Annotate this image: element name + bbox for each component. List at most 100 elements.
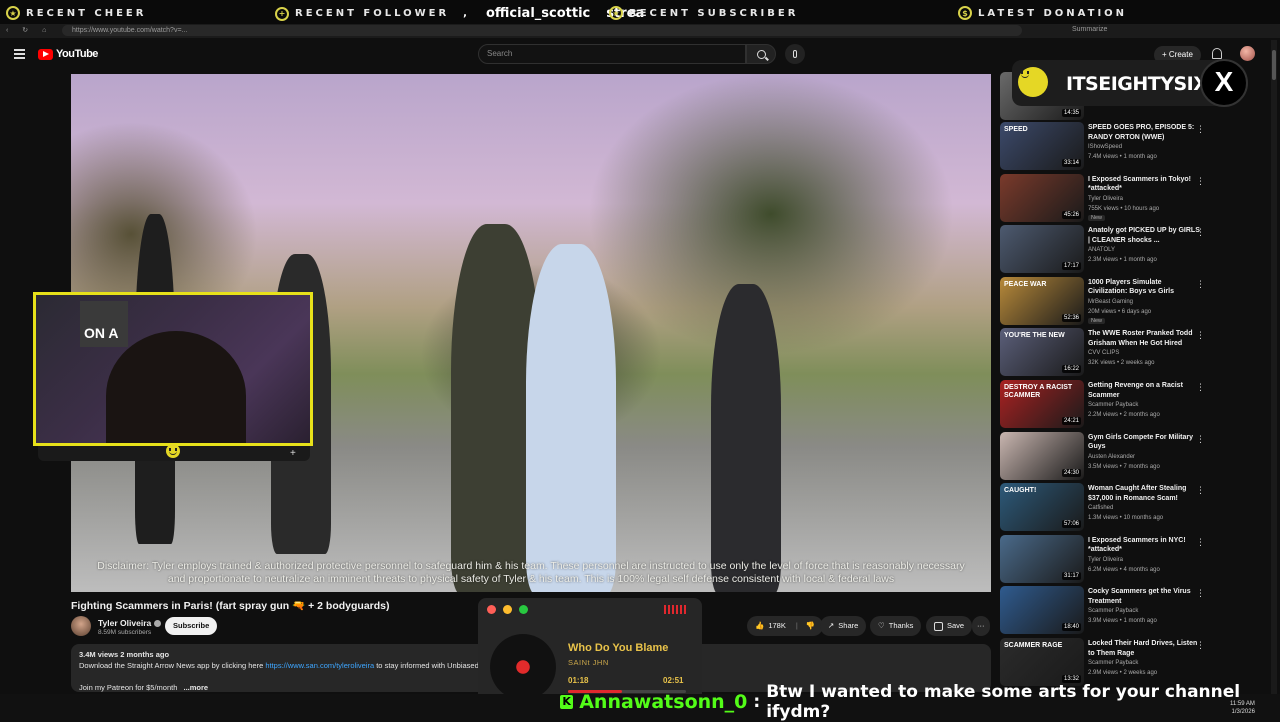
- more-options-icon[interactable]: ⋮: [1196, 485, 1205, 496]
- chat-ticker: K Annawatsonn_0 : Btw I wanted to make s…: [560, 682, 1280, 722]
- search-icon: [756, 49, 766, 59]
- video-thumbnail[interactable]: DESTROY A RACIST SCAMMER 24:21: [1000, 380, 1084, 428]
- recommendation-channel[interactable]: ANATOLY: [1088, 247, 1115, 253]
- page-scrollbar[interactable]: [1271, 40, 1277, 694]
- new-badge: New: [1088, 317, 1106, 324]
- channel-avatar[interactable]: [71, 616, 91, 636]
- recommendation-title[interactable]: Woman Caught After Stealing $37,000 in R…: [1088, 484, 1200, 503]
- recommendation-title[interactable]: Anatoly got PICKED UP by GIRLS | CLEANER…: [1088, 226, 1200, 245]
- search-input[interactable]: Search: [478, 44, 746, 64]
- dollar-icon: $: [958, 6, 972, 20]
- bookmark-icon: [934, 621, 943, 631]
- more-options-icon[interactable]: ⋮: [1196, 227, 1205, 238]
- summarize-button[interactable]: Summarize: [1072, 26, 1107, 33]
- recommendation-channel[interactable]: MrBeast Gaming: [1088, 299, 1133, 305]
- recommendation-channel[interactable]: Tyler Oliveira: [1088, 557, 1123, 563]
- more-options-icon[interactable]: ⋮: [1196, 330, 1205, 341]
- share-button[interactable]: ↗ Share: [820, 616, 867, 636]
- more-options-icon[interactable]: ⋮: [1196, 537, 1205, 548]
- youtube-logo[interactable]: YouTube: [38, 48, 98, 60]
- account-avatar[interactable]: [1240, 46, 1255, 61]
- recommendation-title[interactable]: 1000 Players Simulate Civilization: Boys…: [1088, 278, 1200, 297]
- recommendation-title[interactable]: Locked Their Hard Drives, Listen to Them…: [1088, 639, 1200, 658]
- video-thumbnail[interactable]: 18:40: [1000, 586, 1084, 635]
- channel-name[interactable]: Tyler Oliveira: [98, 618, 162, 628]
- recommendation-title[interactable]: SPEED GOES PRO, EPISODE 5: RANDY ORTON (…: [1088, 123, 1200, 142]
- video-duration: 31:17: [1061, 571, 1081, 580]
- recommendation-channel[interactable]: Catfished: [1088, 505, 1113, 511]
- more-options-icon[interactable]: ⋮: [1196, 588, 1205, 599]
- recommendation-item[interactable]: 17:17 Anatoly got PICKED UP by GIRLS | CL…: [1000, 225, 1270, 275]
- video-thumbnail[interactable]: 17:17: [1000, 225, 1084, 274]
- video-duration: 17:17: [1061, 262, 1081, 271]
- show-more-link[interactable]: ...more: [183, 683, 208, 692]
- video-thumbnail[interactable]: 45:26: [1000, 173, 1084, 222]
- video-thumbnail[interactable]: SPEED 33:14: [1000, 122, 1084, 170]
- thumbnail-text: PEACE WAR: [1004, 280, 1047, 288]
- description-link[interactable]: https://www.san.com/tyleroliveira: [265, 661, 374, 670]
- video-disclaimer-caption: Disclaimer: Tyler employs trained & auth…: [97, 560, 965, 585]
- smiley-logo-icon: [1018, 67, 1048, 97]
- voice-search-button[interactable]: [785, 44, 805, 64]
- recommendation-channel[interactable]: Austen Alexander: [1088, 454, 1135, 460]
- like-button[interactable]: 👍 178K | 👎: [747, 616, 824, 636]
- search-button[interactable]: [746, 44, 776, 64]
- recommendation-title[interactable]: I Exposed Scammers in Tokyo! *attacked*: [1088, 175, 1200, 194]
- equalizer-icon: [664, 605, 686, 614]
- recommendation-title[interactable]: Getting Revenge on a Racist Scammer: [1088, 381, 1200, 400]
- recommendation-channel[interactable]: Scammer Payback: [1088, 608, 1138, 614]
- video-thumbnail[interactable]: 31:17: [1000, 534, 1084, 583]
- thumbnail-text: DESTROY A RACIST SCAMMER: [1004, 384, 1073, 399]
- more-actions-button[interactable]: ···: [972, 616, 990, 636]
- recommendation-item[interactable]: 24:30 Gym Girls Compete For Military Guys…: [1000, 431, 1270, 482]
- recommendation-item[interactable]: SPEED 33:14 SPEED GOES PRO, EPISODE 5: RAN…: [1000, 122, 1270, 172]
- x-logo-icon: X: [1200, 59, 1248, 107]
- recommendation-meta: 1.3M views • 10 months ago: [1088, 515, 1164, 522]
- recommendation-item[interactable]: 31:17 I Exposed Scammers in NYC! *attacke…: [1000, 534, 1270, 585]
- recommendation-channel[interactable]: Scammer Payback: [1088, 660, 1138, 666]
- browser-nav-icons[interactable]: ‹ ↻ ⌂: [6, 26, 52, 34]
- recommendation-meta: 755K views • 10 hours ago: [1088, 205, 1160, 212]
- recommendation-item[interactable]: DESTROY A RACIST SCAMMER 24:21 Getting Rev…: [1000, 380, 1270, 430]
- chat-message: Btw I wanted to make some arts for your …: [766, 682, 1241, 722]
- recommendation-item[interactable]: 45:26 I Exposed Scammers in Tokyo! *attac…: [1000, 173, 1270, 224]
- recommendation-item[interactable]: PEACE WAR 52:36 1000 Players Simulate Civi…: [1000, 276, 1270, 327]
- address-bar[interactable]: https://www.youtube.com/watch?v=...: [62, 25, 1022, 36]
- more-options-icon[interactable]: ⋮: [1196, 382, 1205, 393]
- recommendation-title[interactable]: Gym Girls Compete For Military Guys: [1088, 433, 1200, 452]
- recommendation-title[interactable]: Cocky Scammers get the Virus Treatment: [1088, 587, 1200, 606]
- subscribe-button[interactable]: Subscribe: [165, 617, 218, 635]
- recommendation-meta: 2.2M views • 2 months ago: [1088, 412, 1160, 418]
- recommendation-title[interactable]: I Exposed Scammers in NYC! *attacked*: [1088, 536, 1200, 555]
- current-time: 01:18: [568, 676, 589, 685]
- hamburger-menu-icon[interactable]: [14, 49, 25, 59]
- video-duration: 52:36: [1061, 313, 1081, 322]
- thanks-button[interactable]: ♡ Thanks: [870, 616, 922, 636]
- follower-name: official_scottic: [485, 6, 591, 21]
- scrollbar-thumb[interactable]: [1272, 50, 1276, 80]
- more-options-icon[interactable]: ⋮: [1196, 124, 1205, 135]
- recommendation-item[interactable]: CAUGHT! 57:06 Woman Caught After Stealing …: [1000, 483, 1270, 533]
- video-thumbnail[interactable]: PEACE WAR 52:36: [1000, 276, 1084, 325]
- recommendation-item[interactable]: 18:40 Cocky Scammers get the Virus Treatm…: [1000, 586, 1270, 636]
- video-thumbnail[interactable]: SCAMMER RAGE 13:32: [1000, 638, 1084, 686]
- recommendation-title[interactable]: The WWE Roster Pranked Todd Grisham When…: [1088, 329, 1200, 348]
- more-options-icon[interactable]: ⋮: [1196, 279, 1205, 290]
- recommendation-channel[interactable]: CVV CLIPS: [1088, 350, 1119, 356]
- thumbs-down-icon[interactable]: 👎: [806, 616, 815, 636]
- notifications-bell-icon[interactable]: [1212, 48, 1222, 59]
- more-options-icon[interactable]: ⋮: [1196, 176, 1205, 187]
- video-thumbnail[interactable]: 24:30: [1000, 431, 1084, 480]
- recommendation-channel[interactable]: Tyler Oliveira: [1088, 196, 1123, 202]
- video-thumbnail[interactable]: YOU'RE THE NEW 16:22: [1000, 328, 1084, 377]
- recommendation-item[interactable]: YOU'RE THE NEW 16:22 The WWE Roster Pranke…: [1000, 328, 1270, 378]
- recommendation-meta: 3.5M views • 7 months ago: [1088, 463, 1160, 470]
- more-options-icon[interactable]: ⋮: [1196, 640, 1205, 651]
- recommendation-meta: 3.9M views • 1 month ago: [1088, 618, 1157, 625]
- recommendation-item[interactable]: SCAMMER RAGE 13:32 Locked Their Hard Drive…: [1000, 638, 1270, 688]
- save-button[interactable]: Save: [926, 616, 973, 636]
- more-options-icon[interactable]: ⋮: [1196, 434, 1205, 445]
- recommendation-channel[interactable]: Scammer Payback: [1088, 402, 1138, 408]
- video-thumbnail[interactable]: CAUGHT! 57:06: [1000, 483, 1084, 532]
- recommendation-channel[interactable]: IShowSpeed: [1088, 144, 1122, 150]
